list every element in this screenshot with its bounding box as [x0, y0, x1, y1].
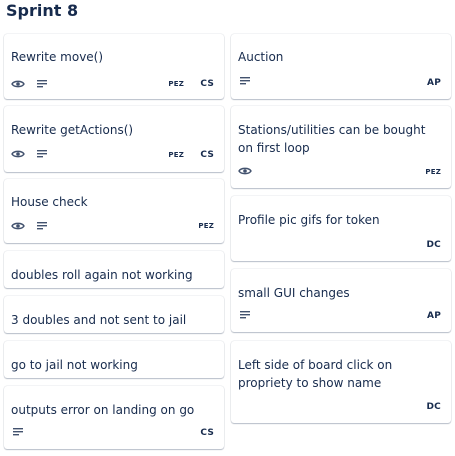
eye-icon	[11, 219, 25, 233]
card-profile-pic-gifs[interactable]: Profile pic gifs for token DC	[231, 196, 451, 261]
sprint-list: Sprint 8 Rewrite move() PEZ CS Rewrite g…	[0, 0, 455, 456]
card-badges	[11, 77, 59, 91]
card-title: 3 doubles and not sent to jail	[11, 313, 187, 327]
description-lines-icon	[238, 308, 252, 322]
card-title: Rewrite getActions()	[11, 123, 134, 137]
member-avatar[interactable]: PEZ	[198, 222, 214, 230]
card-rewrite-move[interactable]: Rewrite move() PEZ CS	[4, 34, 224, 99]
card-title: Auction	[238, 50, 284, 64]
card-house-check[interactable]: House check PEZ	[4, 179, 224, 243]
card-badges	[238, 74, 262, 88]
description-lines-icon	[35, 219, 49, 233]
card-doubles-roll[interactable]: doubles roll again not working	[4, 251, 224, 288]
card-badges	[11, 219, 59, 233]
card-small-gui-changes[interactable]: small GUI changes AP	[231, 269, 451, 332]
card-title: go to jail not working	[11, 358, 138, 372]
card-title: Stations/utilities can be bought on firs…	[238, 123, 426, 155]
card-title: House check	[11, 195, 88, 209]
card-badges	[238, 308, 262, 322]
card-badges	[11, 147, 59, 161]
member-avatar[interactable]: CS	[200, 79, 214, 89]
member-avatar[interactable]: CS	[200, 150, 214, 160]
card-title: small GUI changes	[238, 286, 350, 300]
card-three-doubles[interactable]: 3 doubles and not sent to jail	[4, 296, 224, 333]
card-outputs-error[interactable]: outputs error on landing on go CS	[4, 386, 224, 449]
description-lines-icon	[35, 77, 49, 91]
card-badges	[238, 164, 262, 178]
eye-icon	[238, 164, 252, 178]
member-avatar[interactable]: CS	[200, 428, 214, 438]
list-title[interactable]: Sprint 8	[6, 0, 78, 22]
card-auction[interactable]: Auction AP	[231, 34, 451, 99]
card-stations-utilities[interactable]: Stations/utilities can be bought on firs…	[231, 106, 451, 188]
member-avatar[interactable]: PEZ	[168, 80, 184, 88]
member-avatar[interactable]: PEZ	[425, 168, 441, 176]
description-lines-icon	[35, 147, 49, 161]
card-badges	[11, 425, 35, 439]
member-avatar[interactable]: DC	[427, 240, 441, 250]
member-avatar[interactable]: DC	[427, 402, 441, 412]
member-avatar[interactable]: AP	[427, 311, 441, 321]
card-title: Rewrite move()	[11, 50, 104, 64]
member-avatar[interactable]: PEZ	[168, 151, 184, 159]
card-title: Left side of board click on propriety to…	[238, 358, 393, 390]
card-title: doubles roll again not working	[11, 268, 193, 282]
card-left-side-board[interactable]: Left side of board click on propriety to…	[231, 341, 451, 423]
card-title: outputs error on landing on go	[11, 403, 195, 417]
description-lines-icon	[11, 425, 25, 439]
eye-icon	[11, 77, 25, 91]
description-lines-icon	[238, 74, 252, 88]
eye-icon	[11, 147, 25, 161]
card-title: Profile pic gifs for token	[238, 213, 380, 227]
card-rewrite-getactions[interactable]: Rewrite getActions() PEZ CS	[4, 106, 224, 172]
member-avatar[interactable]: AP	[427, 78, 441, 88]
card-go-to-jail[interactable]: go to jail not working	[4, 341, 224, 378]
